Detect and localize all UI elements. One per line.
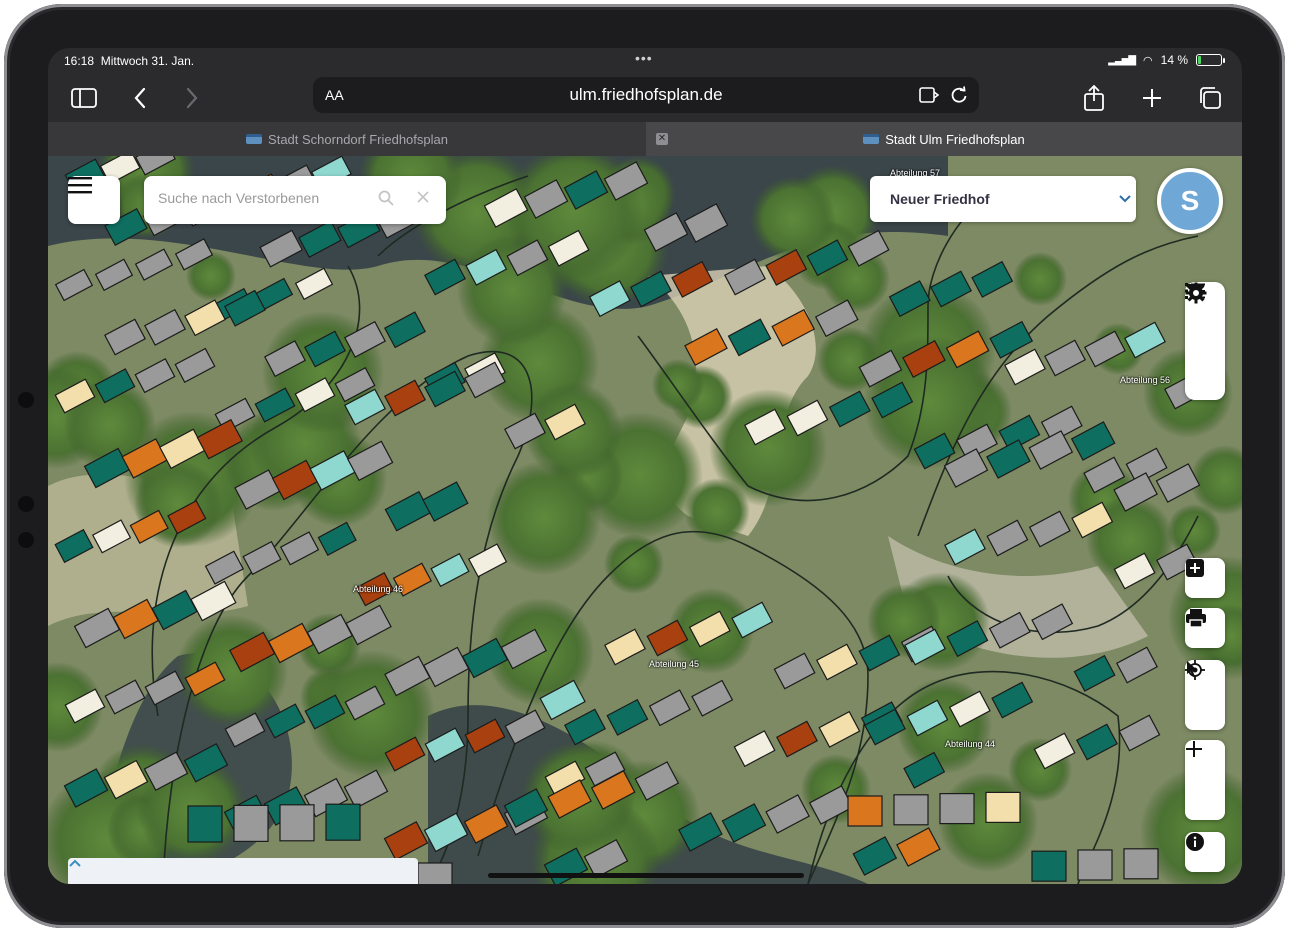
grave-plot[interactable] xyxy=(233,804,269,843)
grave-plot[interactable] xyxy=(985,791,1021,824)
wifi-icon: ◠ xyxy=(1143,54,1153,67)
multitasking-icon[interactable]: ••• xyxy=(635,50,653,66)
battery-icon xyxy=(1196,54,1225,66)
reload-icon[interactable] xyxy=(949,85,969,110)
share-icon[interactable] xyxy=(1078,82,1110,114)
settings-button[interactable] xyxy=(1185,282,1225,398)
hamburger-icon xyxy=(68,177,92,194)
favicon-icon xyxy=(246,134,263,144)
info-button[interactable] xyxy=(1185,832,1225,872)
section-label: Abteilung 46 xyxy=(353,584,404,594)
info-icon xyxy=(1186,833,1204,851)
menu-button[interactable] xyxy=(68,176,120,224)
back-icon[interactable] xyxy=(124,82,156,114)
favicon-icon xyxy=(863,134,880,144)
sensor-dot xyxy=(18,496,34,512)
section-label: Abteilung 56 xyxy=(1120,375,1171,385)
search-input[interactable] xyxy=(158,190,368,206)
tab-ulm[interactable]: ✕ Stadt Ulm Friedhofsplan xyxy=(646,122,1242,156)
add-box-icon xyxy=(1186,559,1204,577)
cemetery-map[interactable]: Abteilung 46 Abteilung 45 Abteilung 44 A… xyxy=(48,156,1242,884)
tabs-overview-icon[interactable] xyxy=(1194,82,1226,114)
grave-plot[interactable] xyxy=(1077,849,1113,881)
tab-title: Stadt Ulm Friedhofsplan xyxy=(885,131,1025,147)
locate-icon xyxy=(1185,660,1205,680)
grave-plot[interactable] xyxy=(1123,848,1159,880)
reader-icon[interactable] xyxy=(919,86,940,109)
battery-fill xyxy=(1198,56,1202,64)
status-date: Mittwoch 31. Jan. xyxy=(100,54,195,68)
list-button[interactable] xyxy=(1185,283,1225,359)
grave-plot[interactable] xyxy=(187,805,223,843)
grave-plot[interactable] xyxy=(325,803,361,841)
new-tab-icon[interactable] xyxy=(1136,82,1168,114)
tab-bar: Stadt Schorndorf Friedhofsplan ✕ Stadt U… xyxy=(48,122,1242,156)
home-indicator xyxy=(488,873,804,878)
tab-title: Stadt Schorndorf Friedhofsplan xyxy=(268,131,448,147)
print-icon xyxy=(1186,609,1206,628)
bottom-drawer-handle[interactable] xyxy=(68,858,418,884)
grave-plot[interactable] xyxy=(417,862,453,884)
screen: 16:18 Mittwoch 31. Jan. ••• ▂▃▅▇ ◠ 14 % … xyxy=(48,48,1242,884)
pointer-group xyxy=(1185,660,1225,730)
status-bar: 16:18 Mittwoch 31. Jan. ••• ▂▃▅▇ ◠ 14 % xyxy=(48,48,1242,72)
status-icons: ▂▃▅▇ ◠ 14 % xyxy=(1108,53,1225,67)
address-bar[interactable]: AA ulm.friedhofsplan.de xyxy=(313,77,979,113)
section-label: Abteilung 44 xyxy=(945,739,996,749)
sidebar-icon[interactable] xyxy=(68,82,100,114)
gear-icon xyxy=(1185,282,1207,304)
print-button[interactable] xyxy=(1185,608,1225,648)
zoom-out-button[interactable] xyxy=(1185,748,1225,820)
close-tab-icon[interactable]: ✕ xyxy=(656,133,668,145)
user-avatar[interactable]: S xyxy=(1157,168,1223,234)
forward-icon[interactable] xyxy=(176,82,208,114)
zoom-controls xyxy=(1185,740,1225,820)
status-time: 16:18 xyxy=(64,54,95,68)
battery-percent: 14 % xyxy=(1160,53,1188,67)
add-button[interactable] xyxy=(1185,558,1225,598)
satellite-map[interactable] xyxy=(48,156,1242,884)
camera-dot xyxy=(18,392,34,408)
grave-plot[interactable] xyxy=(847,795,883,827)
signal-icon: ▂▃▅▇ xyxy=(1108,54,1136,66)
chevron-up-icon xyxy=(69,859,81,867)
sensor-dot xyxy=(18,532,34,548)
tree-icon xyxy=(604,534,664,594)
tree-icon xyxy=(1013,252,1067,306)
cemetery-select[interactable]: Neuer Friedhof xyxy=(870,176,1136,222)
map-tools-group xyxy=(1185,282,1225,400)
cemetery-select-value: Neuer Friedhof xyxy=(890,191,990,207)
locate-button[interactable] xyxy=(1185,660,1225,730)
grave-plot[interactable] xyxy=(939,792,975,825)
search-box[interactable] xyxy=(144,176,446,224)
url-text[interactable]: ulm.friedhofsplan.de xyxy=(313,85,979,105)
minus-icon xyxy=(1186,748,1202,750)
grave-plot[interactable] xyxy=(1031,850,1067,882)
browser-toolbar: AA ulm.friedhofsplan.de xyxy=(48,72,1242,122)
tree-icon xyxy=(176,615,288,727)
status-time-date: 16:18 Mittwoch 31. Jan. xyxy=(64,54,194,68)
tab-schorndorf[interactable]: Stadt Schorndorf Friedhofsplan xyxy=(48,122,646,156)
grave-plot[interactable] xyxy=(279,804,315,842)
grave-plot[interactable] xyxy=(893,794,929,826)
section-label: Abteilung 45 xyxy=(649,659,700,669)
